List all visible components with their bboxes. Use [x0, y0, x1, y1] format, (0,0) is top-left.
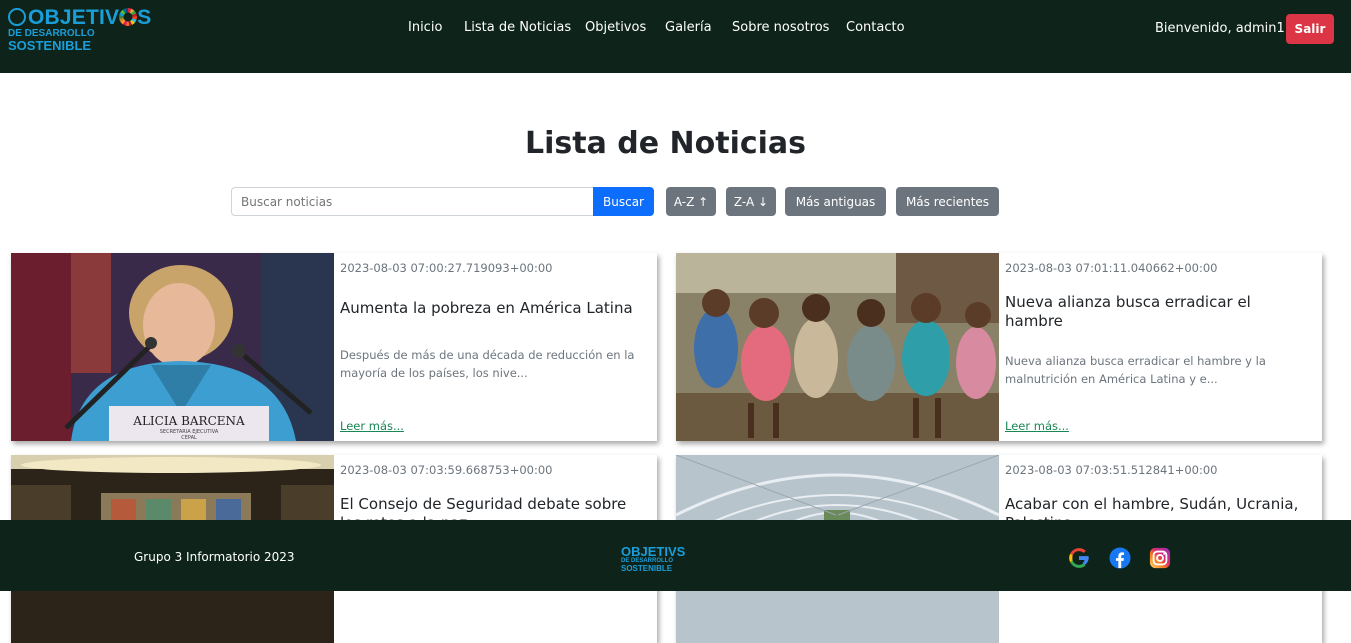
sdg-logo[interactable]: OBJETIV S DE DESARROLLO SOSTENIBLE: [8, 6, 158, 54]
news-title: Nueva alianza busca erradicar el hambre: [1005, 293, 1251, 330]
logo-line-sostenible: SOSTENIBLE: [8, 38, 92, 53]
page-title: Lista de Noticias: [524, 126, 807, 161]
news-image-conference: ALICIA BARCENA SECRETARIA EJECUTIVA CEPA…: [11, 253, 334, 441]
read-more-link[interactable]: Leer más...: [340, 419, 404, 433]
search-button[interactable]: Buscar: [593, 187, 654, 216]
nav-objetivos[interactable]: Objetivos: [585, 20, 646, 35]
footer-text: Grupo 3 Informatorio 2023: [134, 550, 295, 564]
news-title: Aumenta la pobreza en América Latina: [340, 299, 633, 317]
news-date: 2023-08-03 07:03:59.668753+00:00: [340, 463, 553, 477]
news-date: 2023-08-03 07:03:51.512841+00:00: [1005, 463, 1218, 477]
sort-oldest-button[interactable]: Más antiguas: [785, 187, 886, 216]
logo-word-end: S: [137, 6, 152, 29]
un-emblem-icon: [8, 8, 26, 26]
facebook-icon[interactable]: [1109, 547, 1131, 569]
news-excerpt: Después de más de una década de reducció…: [340, 348, 635, 380]
sort-za-button[interactable]: Z-A ↓: [726, 187, 776, 216]
news-image-children: [676, 253, 999, 441]
sdg-wheel-icon: [119, 8, 138, 26]
footer-sdg-logo[interactable]: OBJETIVS DE DESARROLLO SOSTENIBLE: [621, 544, 721, 574]
logo-word-objetivos: OBJETIV: [28, 6, 120, 29]
sort-newest-button[interactable]: Más recientes: [896, 187, 999, 216]
google-icon[interactable]: [1068, 547, 1090, 569]
news-excerpt: Nueva alianza busca erradicar el hambre …: [1005, 354, 1266, 386]
navbar: OBJETIV S DE DESARROLLO SOSTENIBLE Inicio…: [0, 0, 1351, 73]
sort-az-button[interactable]: A-Z ↑: [666, 187, 716, 216]
nav-inicio[interactable]: Inicio: [408, 20, 442, 35]
nav-sobre-nosotros[interactable]: Sobre nosotros: [732, 20, 829, 35]
nameplate-org: CEPAL: [181, 435, 197, 441]
welcome-text: Bienvenido, admin1: [1155, 21, 1285, 36]
news-date: 2023-08-03 07:01:11.040662+00:00: [1005, 261, 1218, 275]
nameplate-text: ALICIA BARCENA: [132, 414, 245, 428]
news-card: ALICIA BARCENA SECRETARIA EJECUTIVA CEPA…: [11, 253, 657, 441]
news-date: 2023-08-03 07:00:27.719093+00:00: [340, 261, 553, 275]
nav-galeria[interactable]: Galería: [665, 20, 712, 35]
nav-lista-noticias[interactable]: Lista de Noticias: [464, 20, 571, 35]
logout-button[interactable]: Salir: [1286, 14, 1334, 44]
instagram-icon[interactable]: [1149, 547, 1171, 569]
search-input[interactable]: [231, 187, 594, 216]
nav-contacto[interactable]: Contacto: [846, 20, 905, 35]
news-card: 2023-08-03 07:01:11.040662+00:00 Nueva a…: [676, 253, 1322, 441]
footer-logo-line3: SOSTENIBLE: [621, 564, 673, 573]
read-more-link[interactable]: Leer más...: [1005, 419, 1069, 433]
footer-logo-word: OBJETIV: [621, 544, 677, 559]
footer-logo-word-end: S: [676, 544, 686, 559]
